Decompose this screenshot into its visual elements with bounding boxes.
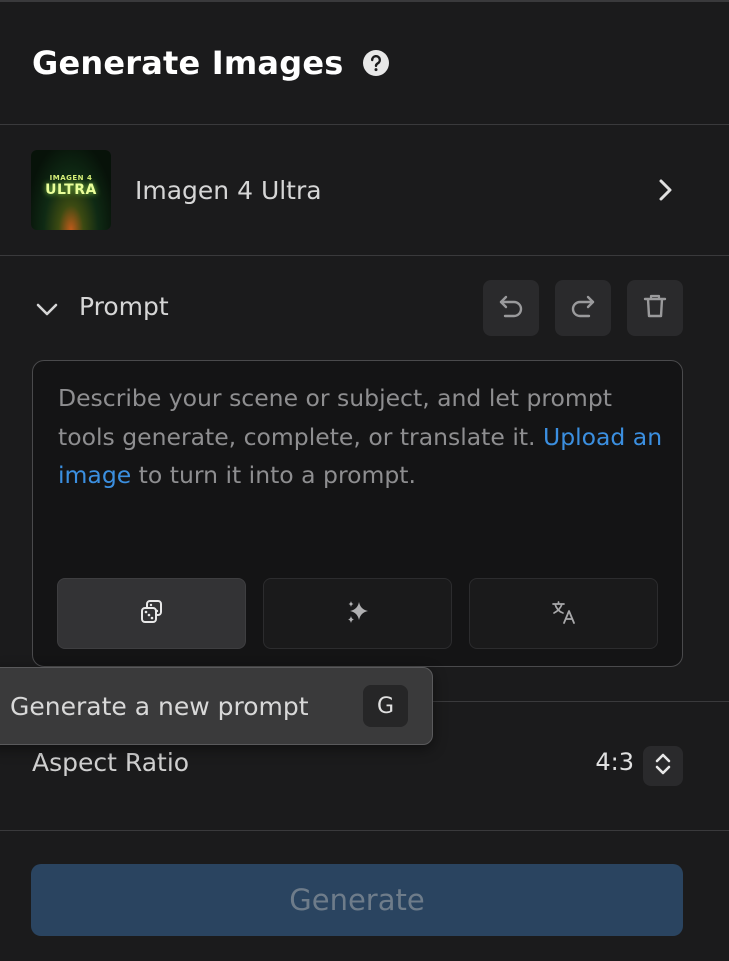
prompt-placeholder: Describe your scene or subject, and let …: [58, 379, 668, 495]
placeholder-text: to turn it into a prompt.: [131, 461, 416, 489]
redo-button[interactable]: [555, 280, 611, 336]
aspect-ratio-label: Aspect Ratio: [32, 748, 190, 777]
clear-prompt-button[interactable]: [627, 280, 683, 336]
tooltip: Generate a new prompt G: [0, 667, 433, 745]
model-selector[interactable]: IMAGEN 4 ULTRA Imagen 4 Ultra: [0, 125, 729, 255]
translate-icon: [550, 598, 578, 630]
sparkle-icon: [344, 598, 372, 630]
generate-button[interactable]: Generate: [31, 864, 683, 936]
redo-icon: [568, 291, 598, 325]
placeholder-text: Describe your scene or subject, and let …: [58, 384, 612, 451]
aspect-ratio-value[interactable]: 4:3: [595, 748, 634, 776]
translate-prompt-button[interactable]: [469, 578, 658, 649]
divider: [0, 830, 729, 831]
question-circle-icon[interactable]: [361, 48, 391, 78]
divider: [0, 255, 729, 256]
tooltip-text: Generate a new prompt: [10, 691, 309, 721]
generate-images-panel: Generate Images IMAGEN 4 ULTRA Imagen 4 …: [0, 0, 729, 961]
chevron-right-icon: [653, 178, 677, 202]
page-title: Generate Images: [32, 44, 344, 82]
dice-icon: [138, 598, 166, 630]
thumbnail-title: ULTRA: [45, 182, 97, 198]
chevron-down-icon[interactable]: [34, 296, 60, 322]
model-thumbnail: IMAGEN 4 ULTRA: [31, 150, 111, 230]
keyboard-shortcut-badge: G: [363, 685, 408, 727]
model-name: Imagen 4 Ultra: [135, 175, 322, 205]
undo-button[interactable]: [483, 280, 539, 336]
prompt-input[interactable]: Describe your scene or subject, and let …: [32, 360, 683, 667]
random-prompt-button[interactable]: [57, 578, 246, 649]
panel-header: Generate Images: [0, 2, 729, 124]
prompt-label: Prompt: [79, 292, 169, 321]
enhance-prompt-button[interactable]: [263, 578, 452, 649]
aspect-ratio-stepper[interactable]: [643, 746, 683, 786]
prompt-section-header: Prompt: [0, 280, 729, 336]
undo-icon: [496, 291, 526, 325]
trash-icon: [640, 291, 670, 325]
thumbnail-caption: IMAGEN 4: [49, 174, 93, 182]
chevron-up-down-icon: [652, 750, 674, 782]
